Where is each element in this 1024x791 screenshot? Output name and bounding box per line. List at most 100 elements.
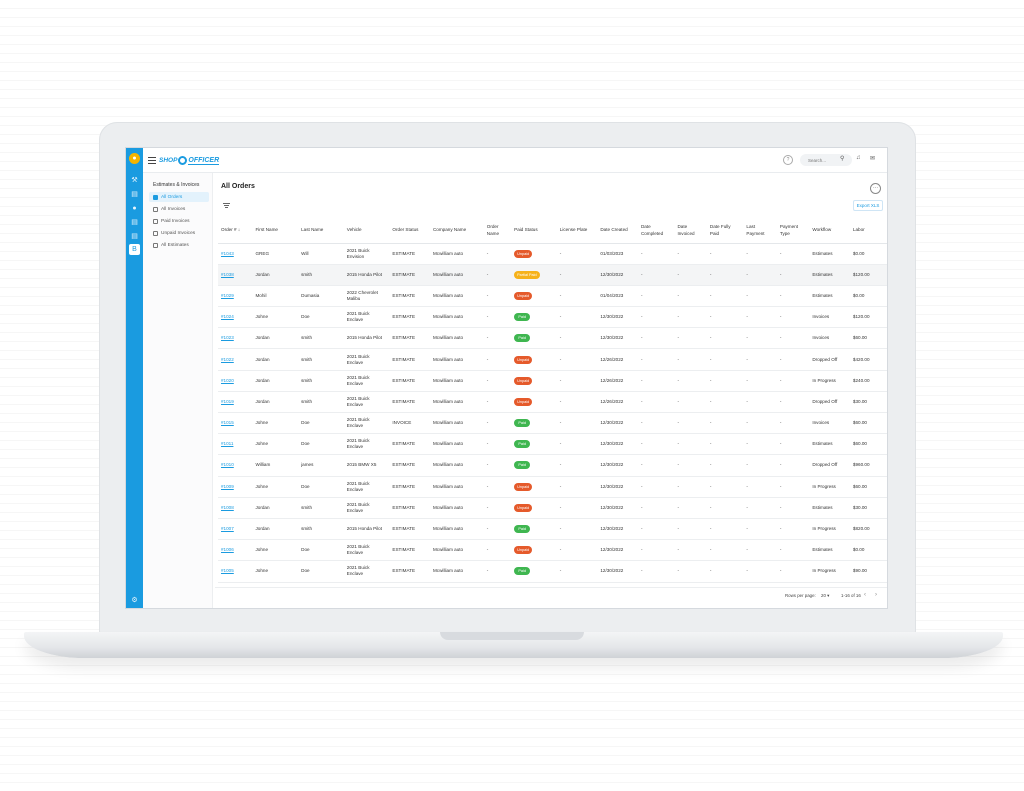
column-header[interactable]: Order Status	[389, 217, 430, 243]
order-link[interactable]: #1011	[221, 441, 233, 446]
subnav-item-all-invoices[interactable]: All Invoices	[149, 204, 209, 214]
rows-per-page-select[interactable]: 20 ▾	[821, 593, 829, 599]
subnav-item-unpaid-invoices[interactable]: Unpaid Invoices	[149, 228, 209, 238]
order-link[interactable]: #1015	[221, 420, 234, 425]
bell-icon[interactable]: ♫	[856, 155, 861, 161]
order-link[interactable]: #1006	[221, 547, 234, 552]
column-header[interactable]: Date Created	[597, 217, 638, 243]
paid-status-badge: Paid	[514, 567, 530, 575]
table-row[interactable]: #1008Jordansmith2021 Buick EnclaveESTIMA…	[218, 497, 888, 518]
cell-order-name: -	[484, 476, 511, 497]
column-header[interactable]: Date Fully Paid	[707, 217, 744, 243]
order-link[interactable]: #1020	[221, 378, 234, 383]
more-options-button[interactable]: ···	[870, 183, 881, 194]
column-header[interactable]: Order Name	[484, 217, 511, 243]
order-link[interactable]: #1005	[221, 568, 234, 573]
table-row[interactable]: #1005JohneDoe2021 Buick EnclaveESTIMATEM…	[218, 561, 888, 582]
document-icon[interactable]: ▤	[130, 190, 139, 199]
column-header[interactable]: Workflow	[809, 217, 850, 243]
export-xls-button[interactable]: Export XLS	[853, 200, 883, 211]
column-header[interactable]: Last Name	[298, 217, 344, 243]
subnav-item-paid-invoices[interactable]: Paid Invoices	[149, 216, 209, 226]
circle-icon[interactable]: ●	[130, 204, 139, 213]
mail-icon[interactable]: ✉	[870, 155, 875, 162]
cell-first: Johne	[252, 413, 298, 434]
table-row[interactable]: #1023Jordansmith2015 Honda PilotESTIMATE…	[218, 328, 888, 349]
table-row[interactable]: #1010Williamjames2015 BMW X5ESTIMATEMcwi…	[218, 455, 888, 476]
column-header[interactable]: Vehicle	[344, 217, 390, 243]
paid-status-badge: Paid	[514, 419, 530, 427]
cell-last: Doe	[298, 476, 344, 497]
cell-last: smith	[298, 328, 344, 349]
cell-first: Jordan	[252, 328, 298, 349]
cell-paid: Unpaid	[511, 370, 557, 391]
table-row[interactable]: #1006JohneDoe2021 Buick EnclaveESTIMATEM…	[218, 540, 888, 561]
table-row[interactable]: #1029MohilDumasia2022 Chevrolet MalibuES…	[218, 285, 888, 306]
gear-icon[interactable]: ⚙	[130, 596, 139, 605]
column-header[interactable]: Payment Type	[777, 217, 809, 243]
cell-labor: $30.00	[850, 391, 888, 412]
next-page-button[interactable]: ›	[875, 592, 877, 598]
column-header[interactable]: Labor	[850, 217, 888, 243]
table-row[interactable]: #1020Jordansmith2021 Buick EnclaveESTIMA…	[218, 370, 888, 391]
table-row[interactable]: #1038Jordansmith2015 Honda PilotESTIMATE…	[218, 264, 888, 285]
subnav-item-all-estimates[interactable]: All Estimates	[149, 240, 209, 250]
table-row[interactable]: #1015JohneDoe2021 Buick EnclaveINVOICEMc…	[218, 413, 888, 434]
cell-paid: Paid	[511, 561, 557, 582]
cell-plate: -	[557, 307, 598, 328]
order-link[interactable]: #1010	[221, 462, 234, 467]
cell-plate: -	[557, 476, 598, 497]
table-row[interactable]: #1022Jordansmith2021 Buick EnclaveESTIMA…	[218, 349, 888, 370]
order-link[interactable]: #1023	[221, 335, 234, 340]
cell-invoiced: -	[674, 413, 706, 434]
order-link[interactable]: #1029	[221, 293, 234, 298]
table-row[interactable]: #1011JohneDoe2021 Buick EnclaveESTIMATEM…	[218, 434, 888, 455]
cell-vehicle: 2021 Buick Enclave	[344, 370, 390, 391]
cell-last: smith	[298, 264, 344, 285]
wrench-icon[interactable]: ⚒	[130, 176, 139, 185]
column-header[interactable]: Company Name	[430, 217, 484, 243]
list-icon[interactable]: ▤	[130, 218, 139, 227]
order-link[interactable]: #1024	[221, 314, 234, 319]
cell-first: Johne	[252, 540, 298, 561]
column-header[interactable]: First Name	[252, 217, 298, 243]
column-header[interactable]: Order # ↓	[218, 217, 252, 243]
order-link[interactable]: #1008	[221, 505, 234, 510]
filter-icon[interactable]	[223, 203, 230, 208]
order-link[interactable]: #1019	[221, 399, 234, 404]
cell-first: Johne	[252, 434, 298, 455]
cell-order: #1029	[218, 285, 252, 306]
previous-page-button[interactable]: ‹	[864, 592, 866, 598]
search-icon[interactable]: ⚲	[840, 155, 844, 162]
cell-created: 12/30/2022	[597, 518, 638, 539]
app-logo[interactable]: SHOP OFFICER	[159, 154, 219, 167]
table-row[interactable]: #1007Jordansmith2015 Honda PilotESTIMATE…	[218, 518, 888, 539]
cell-company: Mcwilliam auto	[430, 264, 484, 285]
column-header[interactable]: Date Completed	[638, 217, 675, 243]
order-link[interactable]: #1007	[221, 526, 234, 531]
cell-order: #1006	[218, 540, 252, 561]
laptop-notch	[440, 632, 584, 640]
table-row[interactable]: #1024JohneDoe2021 Buick EnclaveESTIMATEM…	[218, 307, 888, 328]
help-icon[interactable]: ?	[783, 155, 793, 165]
cell-vehicle: 2015 Honda Pilot	[344, 328, 390, 349]
cell-fully-paid: -	[707, 391, 744, 412]
cell-order-name: -	[484, 328, 511, 349]
cell-created: 12/30/2022	[597, 413, 638, 434]
menu-icon[interactable]	[148, 157, 156, 164]
column-header[interactable]: Paid Status	[511, 217, 557, 243]
invoice-icon[interactable]: B	[129, 244, 140, 255]
order-link[interactable]: #1043	[221, 251, 234, 256]
table-row[interactable]: #1019Jordansmith2021 Buick EnclaveESTIMA…	[218, 391, 888, 412]
order-link[interactable]: #1022	[221, 357, 234, 362]
column-header[interactable]: License Plate	[557, 217, 598, 243]
table-row[interactable]: #1009JohneDoe2021 Buick EnclaveESTIMATEM…	[218, 476, 888, 497]
column-header[interactable]: Date Invoiced	[674, 217, 706, 243]
order-link[interactable]: #1038	[221, 272, 234, 277]
avatar[interactable]: ●	[129, 153, 140, 164]
subnav-item-all-orders[interactable]: All Orders	[149, 192, 209, 202]
column-header[interactable]: Last Payment	[743, 217, 776, 243]
file-icon[interactable]: ▤	[130, 232, 139, 241]
order-link[interactable]: #1009	[221, 484, 234, 489]
table-row[interactable]: #1043GREGWill2021 Buick EnvisionESTIMATE…	[218, 243, 888, 264]
